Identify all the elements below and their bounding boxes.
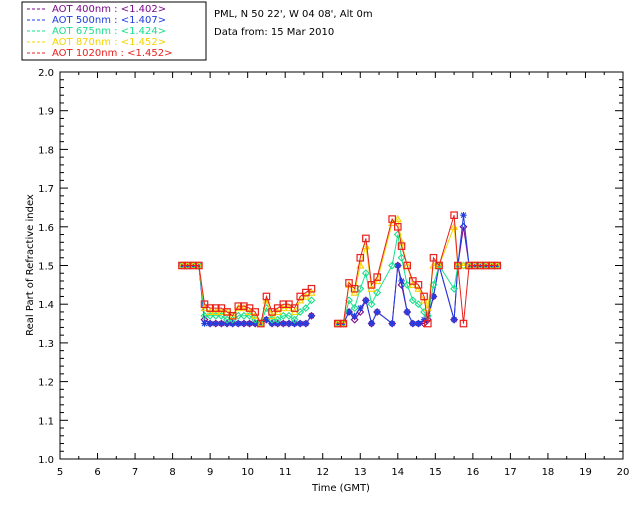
y-axis-label: Real Part of Refractive index — [25, 194, 36, 336]
data-point — [409, 320, 417, 327]
x-tick-label: 16 — [466, 467, 479, 478]
data-point — [373, 308, 381, 316]
x-tick-label: 19 — [579, 467, 592, 478]
y-tick-label: 1.9 — [38, 107, 54, 118]
x-tick-label: 20 — [617, 467, 630, 478]
data-point — [246, 320, 253, 327]
data-point — [351, 312, 358, 320]
y-tick-label: 1.6 — [38, 223, 54, 234]
info-block: PML, N 50 22', W 04 08', Alt 0m Data fro… — [214, 9, 373, 38]
data-point — [450, 316, 458, 323]
x-tick-label: 6 — [94, 467, 100, 478]
data-point — [398, 277, 405, 285]
legend-entry: AOT 400nm : <1.402> — [52, 4, 166, 15]
x-tick-label: 15 — [429, 467, 442, 478]
y-tick-label: 1.7 — [38, 184, 54, 195]
legend: AOT 400nm : <1.402>AOT 500nm : <1.407>AO… — [21, 1, 207, 61]
plot-area — [59, 71, 624, 460]
info-date: Data from: 15 Mar 2010 — [214, 27, 334, 38]
legend-entry: AOT 1020nm : <1.452> — [52, 48, 172, 59]
x-tick-label: 14 — [391, 467, 404, 478]
data-point — [297, 320, 304, 327]
x-tick-label: 11 — [279, 467, 292, 478]
x-tick-label: 18 — [542, 467, 555, 478]
y-tick-label: 1.0 — [38, 455, 54, 466]
data-point — [388, 320, 396, 327]
data-point — [403, 308, 411, 316]
x-tick-label: 17 — [504, 467, 517, 478]
x-axis: 5 6 7 8 9 10 11 12 13 14 15 16 17 18 19 20 — [57, 72, 630, 478]
x-tick-label: 9 — [207, 467, 213, 478]
x-tick-label: 5 — [57, 467, 63, 478]
x-axis-label: Time (GMT) — [311, 483, 370, 494]
info-location: PML, N 50 22', W 04 08', Alt 0m — [214, 9, 373, 20]
y-tick-label: 1.8 — [38, 145, 54, 156]
data-point — [285, 320, 293, 327]
plot-border — [59, 71, 624, 460]
x-tick-label: 10 — [241, 467, 254, 478]
data-point — [206, 320, 214, 327]
data-point — [308, 312, 315, 320]
data-point — [235, 320, 242, 327]
y-tick-label: 1.5 — [38, 262, 54, 273]
data-point — [415, 320, 422, 327]
y-tick-label: 1.3 — [38, 339, 54, 350]
data-point — [212, 320, 219, 327]
x-tick-label: 13 — [354, 467, 367, 478]
x-tick-label: 12 — [316, 467, 329, 478]
y-axis: 1.0 1.1 1.2 1.3 1.4 1.5 1.6 1.7 1.8 1.9 2.0 — [38, 68, 623, 466]
data-point — [280, 320, 287, 327]
x-tick-label: 7 — [132, 467, 138, 478]
y-tick-label: 1.2 — [38, 378, 54, 389]
y-tick-label: 1.1 — [38, 416, 54, 427]
y-tick-label: 1.4 — [38, 300, 54, 311]
x-tick-label: 8 — [169, 467, 175, 478]
legend-entry: AOT 500nm : <1.407> — [52, 15, 166, 26]
legend-entry: AOT 870nm : <1.452> — [52, 37, 166, 48]
data-point — [218, 320, 225, 327]
data-point — [368, 320, 375, 327]
refractive-index-chart: AOT 400nm : <1.402>AOT 500nm : <1.407>AO… — [21, 1, 630, 494]
series-layer — [177, 211, 502, 328]
legend-entry: AOT 675nm : <1.424> — [52, 26, 166, 37]
data-point — [302, 320, 310, 327]
data-point — [460, 211, 467, 219]
data-point — [240, 320, 248, 327]
series-3 — [177, 214, 502, 327]
data-point — [201, 320, 208, 327]
data-point — [362, 297, 370, 304]
y-tick-label: 2.0 — [38, 68, 54, 79]
